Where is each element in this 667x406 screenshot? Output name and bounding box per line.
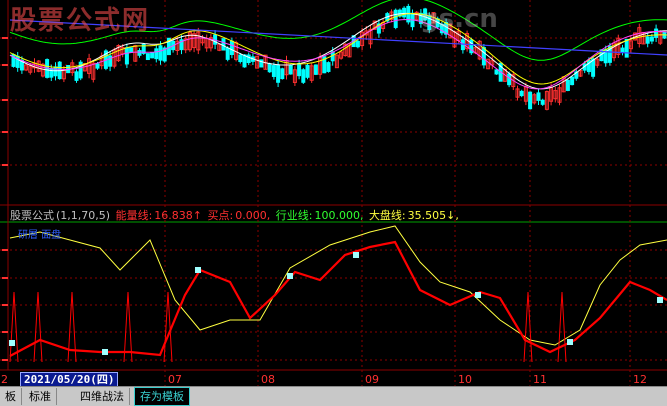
- buy-spike-1: [33, 291, 43, 363]
- month-label-5: 12: [633, 373, 647, 386]
- buy-label: 买点:: [207, 209, 234, 222]
- candle-body: [393, 9, 398, 28]
- candle-body: [620, 47, 625, 53]
- signal-marker-5: [475, 292, 481, 298]
- energy-label: 能量线:: [115, 209, 153, 222]
- energy-value: 16.838↑: [154, 209, 203, 222]
- candle-body: [326, 62, 331, 72]
- energy-line: [9, 240, 667, 357]
- candle-body: [238, 54, 243, 63]
- indicator-legend: 研層 面盘: [18, 226, 61, 241]
- candle-body: [276, 64, 281, 83]
- candle-body: [288, 64, 293, 75]
- candle-body: [624, 38, 629, 58]
- tab-board[interactable]: 板: [0, 388, 22, 405]
- candle-body: [540, 99, 545, 105]
- candle-body: [267, 63, 272, 73]
- candle-body: [95, 63, 100, 69]
- tab-standard[interactable]: 标准: [24, 388, 57, 405]
- candle-body: [53, 66, 58, 77]
- candle-body: [124, 47, 129, 65]
- month-label-0: 07: [168, 373, 182, 386]
- formula-params: (1,1,70,5): [56, 209, 111, 222]
- candle-body: [154, 48, 159, 60]
- candle-body: [242, 54, 247, 68]
- watermark-logo: 股票公式网: [10, 6, 151, 36]
- signal-marker-7: [657, 297, 663, 303]
- candle-body: [402, 7, 407, 18]
- candle-body: [108, 55, 113, 67]
- formula-name[interactable]: 股票公式: [10, 209, 54, 222]
- signal-marker-1: [102, 349, 108, 355]
- candle-body: [49, 68, 54, 78]
- candle-body: [158, 45, 163, 61]
- candle-body: [355, 40, 360, 48]
- legend-b: 面盘: [41, 230, 62, 241]
- candle-body: [528, 91, 533, 110]
- market-line: [9, 225, 667, 346]
- candle-body: [301, 69, 306, 83]
- industry-value: 100.000,: [314, 209, 364, 222]
- candle-body: [494, 69, 499, 75]
- watermark-domain: gs.cn: [420, 4, 498, 34]
- month-label-3: 10: [458, 373, 472, 386]
- signal-marker-0: [9, 340, 15, 346]
- tab-save-template[interactable]: 存为模板: [134, 387, 190, 406]
- buy-spike-6: [557, 291, 567, 363]
- legend-a: 研層: [18, 230, 38, 241]
- buy-value: 0.000,: [235, 209, 271, 222]
- candle-body: [536, 92, 541, 101]
- signal-marker-3: [287, 273, 293, 279]
- candle-body: [645, 36, 650, 44]
- left-digit: 2: [1, 373, 8, 386]
- candle-body: [654, 28, 659, 38]
- bottom-tab-bar: 板 标准 四维战法 存为模板: [0, 386, 667, 406]
- industry-label: 行业线:: [275, 209, 313, 222]
- month-label-2: 09: [365, 373, 379, 386]
- buy-spike-5: [523, 291, 533, 363]
- candle-body: [481, 47, 486, 66]
- candle-body: [150, 52, 155, 59]
- candle-body: [507, 73, 512, 86]
- candle-body: [74, 71, 79, 81]
- candle-body: [313, 64, 318, 75]
- candle-body: [519, 90, 524, 97]
- candle-body: [271, 65, 276, 77]
- candle-body: [137, 50, 142, 56]
- market-value: 35.505↓,: [407, 209, 459, 222]
- month-label-1: 08: [261, 373, 275, 386]
- candle-body: [280, 68, 285, 80]
- formula-bar: 股票公式 (1,1,70,5) 能量线: 16.838↑ 买点: 0.000, 行业线…: [10, 207, 461, 223]
- signal-marker-6: [567, 339, 573, 345]
- candle-body: [649, 36, 654, 42]
- stock-chart[interactable]: 07 08 09 10 11 12: [0, 0, 667, 386]
- candle-body: [305, 64, 310, 78]
- buy-spike-2: [67, 291, 77, 363]
- month-label-4: 11: [533, 373, 547, 386]
- candle-body: [565, 79, 570, 91]
- candle-body: [297, 62, 302, 77]
- candle-body: [225, 47, 230, 60]
- candle-body: [129, 47, 134, 53]
- candle-body: [246, 54, 251, 64]
- candle-body: [221, 38, 226, 51]
- candle-body: [570, 76, 575, 86]
- signal-marker-4: [353, 252, 359, 258]
- market-label: 大盘线:: [368, 209, 406, 222]
- signal-marker-2: [195, 267, 201, 273]
- candle-body: [229, 40, 234, 56]
- candle-body: [145, 53, 150, 61]
- tab-four-dim[interactable]: 四维战法: [75, 388, 130, 405]
